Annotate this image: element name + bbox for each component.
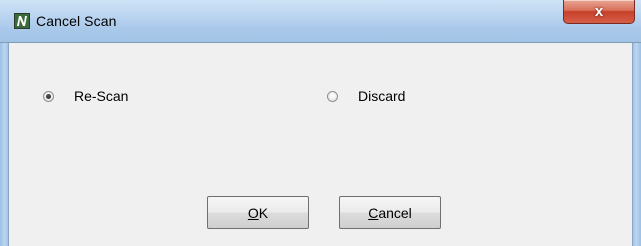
close-button[interactable]: x <box>563 0 635 24</box>
radio-discard[interactable]: Discard <box>327 88 405 104</box>
cancel-button[interactable]: Cancel <box>339 196 441 229</box>
radio-rescan[interactable]: Re-Scan <box>43 88 128 104</box>
cancel-label-rest: ancel <box>378 204 412 221</box>
ok-button[interactable]: OK <box>207 196 309 229</box>
ok-mnemonic: O <box>247 204 259 221</box>
radio-button-checked[interactable] <box>43 90 54 102</box>
cancel-mnemonic: C <box>368 204 379 221</box>
radio-discard-label: Discard <box>358 88 406 104</box>
close-icon: x <box>594 3 604 20</box>
window-title: Cancel Scan <box>36 13 117 29</box>
radio-rescan-label: Re-Scan <box>74 88 129 104</box>
radio-button-unchecked[interactable] <box>327 90 338 102</box>
title-bar[interactable]: Cancel Scan x <box>0 0 641 43</box>
dialog-body: Re-Scan Discard OK Cancel <box>8 43 633 246</box>
ok-label-rest: K <box>258 204 269 221</box>
app-icon <box>14 13 30 29</box>
